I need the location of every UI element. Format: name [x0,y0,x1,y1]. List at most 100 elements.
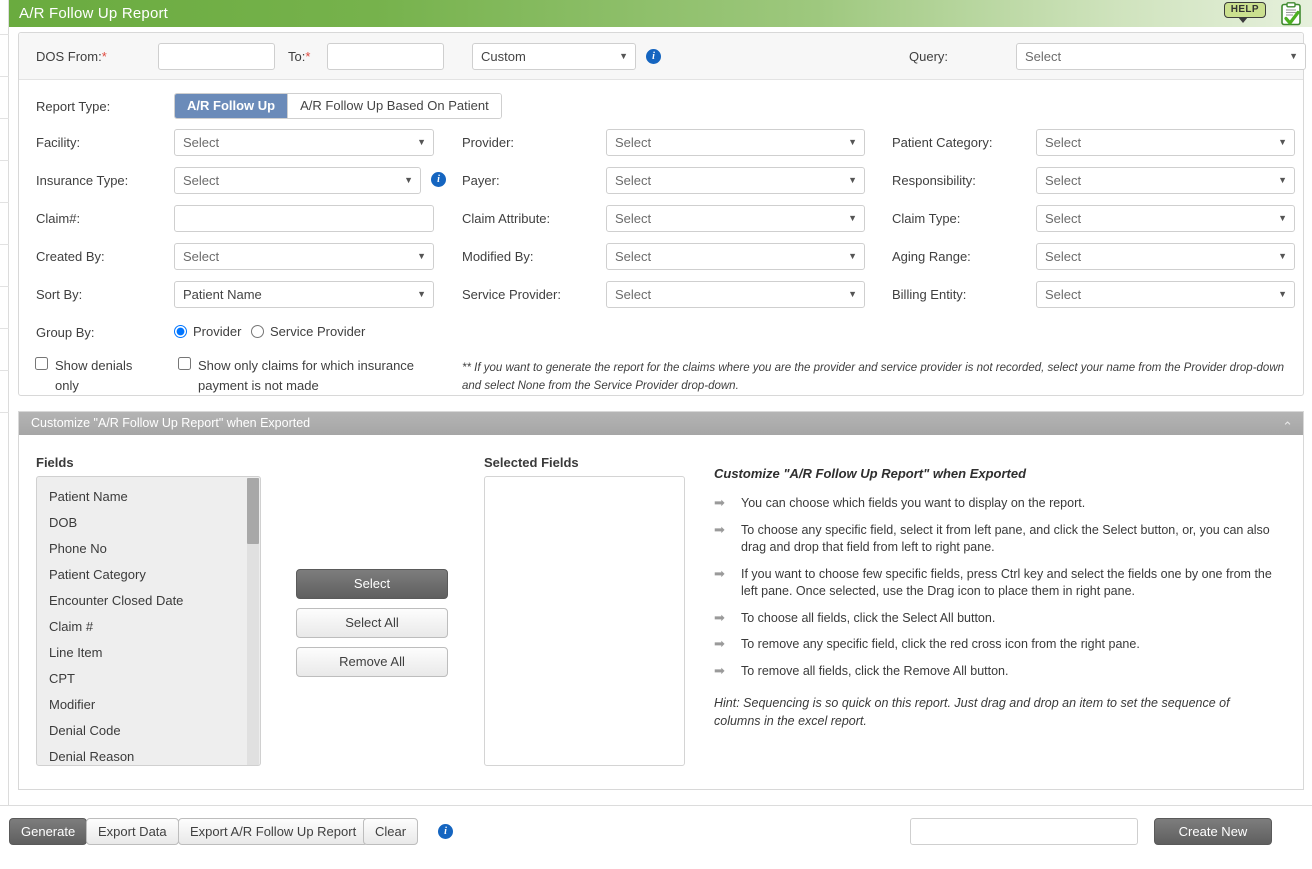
modified-by-select[interactable]: Select ▼ [606,243,865,270]
service-provider-select[interactable]: Select ▼ [606,281,865,308]
group-by-provider-input[interactable] [174,325,187,338]
report-type-option-based-on-patient[interactable]: A/R Follow Up Based On Patient [287,94,501,118]
footer-info-icon[interactable]: i [438,824,453,839]
patient-category-label: Patient Category: [892,135,993,150]
chevron-down-icon: ▼ [848,175,857,185]
show-denials-only-label: Show denials only [55,358,133,393]
list-item[interactable]: Patient Category [37,562,260,588]
remove-all-button[interactable]: Remove All [296,647,448,677]
chevron-down-icon: ▼ [619,51,628,61]
list-item[interactable]: Line Item [37,640,260,666]
collapsed-sidebar-rail[interactable] [0,0,9,812]
chevron-down-icon: ▼ [1278,213,1287,223]
facility-label: Facility: [36,135,81,150]
clear-button[interactable]: Clear [363,818,419,845]
dos-from-input[interactable] [158,43,275,70]
insurance-type-info-icon[interactable]: i [431,172,446,187]
list-item[interactable]: Modifier [37,692,260,718]
list-item[interactable]: Denial Reason [37,744,260,765]
claim-attribute-select[interactable]: Select ▼ [606,205,865,232]
provider-note-text: ** If you want to generate the report fo… [462,362,1285,392]
provider-select[interactable]: Select ▼ [606,129,865,156]
rail-tick [0,160,9,161]
instruction-item: ➡ To choose any specific field, select it… [714,521,1270,555]
show-denials-only-checkbox[interactable]: Show denials only [35,356,155,395]
list-item[interactable]: Phone No [37,536,260,562]
select-all-button[interactable]: Select All [296,608,448,638]
list-item[interactable]: Denial Code [37,718,260,744]
query-name-input[interactable] [910,818,1138,845]
arrow-right-icon: ➡ [714,636,725,651]
insurance-type-select[interactable]: Select ▼ [174,167,421,194]
rail-tick [0,370,9,371]
group-by-label: Group By: [36,325,95,340]
create-new-query-button[interactable]: Create New Query [1154,818,1272,864]
group-by-radio-provider[interactable]: Provider [174,324,241,339]
list-item[interactable]: Encounter Closed Date [37,588,260,614]
billing-entity-select[interactable]: Select ▼ [1036,281,1295,308]
help-button[interactable]: HELP [1223,2,1266,23]
group-by-service-provider-label: Service Provider [270,324,366,339]
date-range-preset-select[interactable]: Custom ▼ [472,43,636,70]
modified-by-label: Modified By: [462,249,534,264]
billing-entity-label: Billing Entity: [892,287,967,302]
show-unpaid-claims-input[interactable] [178,357,191,370]
claim-attribute-label: Claim Attribute: [462,211,551,226]
instruction-item: ➡ To remove all fields, click the Remove … [714,663,1274,681]
instructions-hint: Hint: Sequencing is so quick on this rep… [714,696,1230,729]
fields-scrollbar-thumb[interactable] [247,478,259,544]
date-range-info-icon[interactable]: i [646,49,661,64]
responsibility-select[interactable]: Select ▼ [1036,167,1295,194]
rail-tick [0,412,9,413]
clipboard-check-icon[interactable] [1280,2,1302,26]
export-report-button[interactable]: Export A/R Follow Up Report [178,818,369,845]
claim-type-select[interactable]: Select ▼ [1036,205,1295,232]
group-by-service-provider-input[interactable] [251,325,264,338]
payer-label: Payer: [462,173,500,188]
generate-button[interactable]: Generate [9,818,88,845]
aging-range-select[interactable]: Select ▼ [1036,243,1295,270]
arrow-right-icon: ➡ [714,662,725,678]
created-by-select[interactable]: Select ▼ [174,243,434,270]
chevron-up-icon[interactable]: ⌃ [1282,415,1293,438]
provider-label: Provider: [462,135,515,150]
patient-category-select[interactable]: Select ▼ [1036,129,1295,156]
report-type-toggle[interactable]: A/R Follow Up A/R Follow Up Based On Pat… [174,93,502,119]
show-denials-only-input[interactable] [35,357,48,370]
claim-number-label: Claim#: [36,211,81,226]
list-item[interactable]: CPT [37,666,260,692]
available-fields-list: Patient Name DOB Phone No Patient Catego… [37,477,260,765]
chevron-down-icon: ▼ [417,251,426,261]
query-select[interactable]: Select ▼ [1016,43,1306,70]
show-unpaid-claims-checkbox[interactable]: Show only claims for which insurance pay… [178,356,438,395]
sort-by-select[interactable]: Patient Name ▼ [174,281,434,308]
chevron-down-icon: ▼ [848,137,857,147]
arrow-right-icon: ➡ [714,565,725,581]
payer-select[interactable]: Select ▼ [606,167,865,194]
customize-panel-title: Customize "A/R Follow Up Report" when Ex… [31,416,311,430]
claim-number-input[interactable] [174,205,434,232]
report-type-label: Report Type: [36,99,111,114]
list-item[interactable]: Claim # [37,614,260,640]
facility-select[interactable]: Select ▼ [174,129,434,156]
action-toolbar: Generate Export Data Export A/R Follow U… [0,805,1312,864]
report-filters-card: DOS From:* To:* Custom ▼ i Query: Select… [18,32,1306,396]
group-by-radio-service-provider[interactable]: Service Provider [251,324,365,339]
show-unpaid-claims-label: Show only claims for which insurance pay… [198,358,415,393]
available-fields-listbox[interactable]: Patient Name DOB Phone No Patient Catego… [36,476,261,766]
selected-fields-listbox[interactable] [484,476,685,766]
list-item[interactable]: DOB [37,510,260,536]
report-type-option-ar-follow-up[interactable]: A/R Follow Up [175,94,288,118]
chevron-down-icon: ▼ [848,213,857,223]
chevron-down-icon: ▼ [404,175,413,185]
chevron-down-icon: ▼ [848,251,857,261]
dos-to-input[interactable] [327,43,444,70]
select-button[interactable]: Select [296,569,448,599]
chevron-down-icon: ▼ [417,137,426,147]
list-item[interactable]: Patient Name [37,484,260,510]
chevron-down-icon: ▼ [1278,175,1287,185]
rail-tick [0,286,9,287]
instructions-title: Customize "A/R Follow Up Report" when Ex… [714,466,1027,481]
export-data-button[interactable]: Export Data [86,818,179,845]
fields-scrollbar[interactable] [247,478,259,765]
